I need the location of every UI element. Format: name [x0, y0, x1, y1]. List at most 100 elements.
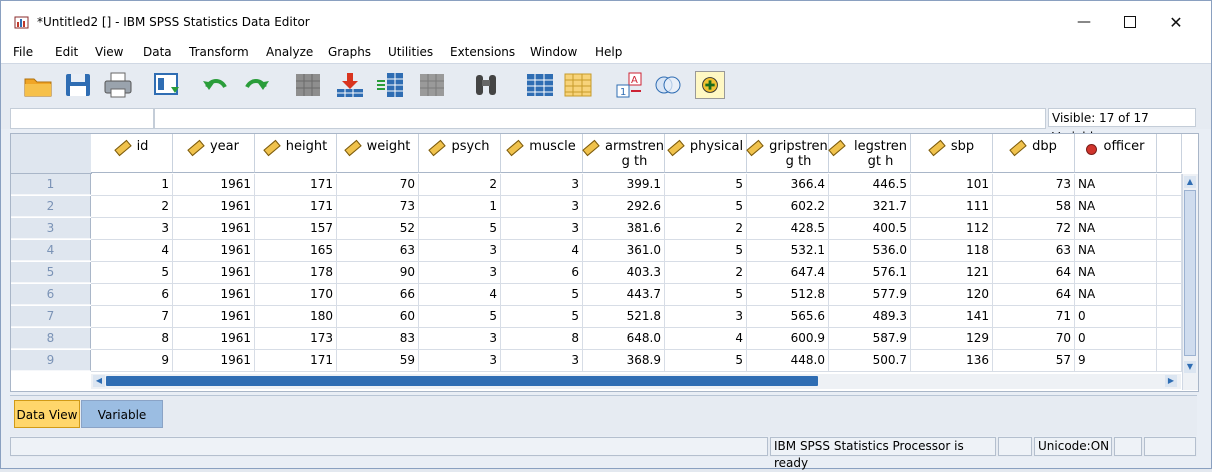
menu-utilities[interactable]: Utilities	[388, 45, 433, 59]
table-cell[interactable]: 57	[993, 350, 1075, 372]
column-header-armstrength[interactable]: armstreng th	[582, 134, 665, 173]
close-button[interactable]: ✕	[1153, 7, 1199, 37]
table-cell[interactable]: 171	[255, 174, 337, 196]
table-cell[interactable]: 1961	[173, 328, 255, 350]
table-cell[interactable]: 1	[91, 174, 173, 196]
table-cell[interactable]: 536.0	[829, 240, 911, 262]
table-cell[interactable]: 173	[255, 328, 337, 350]
table-cell[interactable]: NA	[1075, 262, 1157, 284]
column-header-weight[interactable]: weight	[337, 134, 419, 173]
table-cell[interactable]	[1157, 350, 1182, 372]
table-cell[interactable]: 361.0	[583, 240, 665, 262]
row-header[interactable]: 3	[11, 218, 91, 239]
table-cell[interactable]: 1961	[173, 240, 255, 262]
table-cell[interactable]: 292.6	[583, 196, 665, 218]
column-header-id[interactable]: id	[91, 134, 173, 173]
table-cell[interactable]: 83	[337, 328, 419, 350]
table-cell[interactable]: 3	[501, 218, 583, 240]
table-cell[interactable]: 1961	[173, 218, 255, 240]
table-cell[interactable]: 59	[337, 350, 419, 372]
table-cell[interactable]	[1157, 240, 1182, 262]
table-cell[interactable]: 60	[337, 306, 419, 328]
table-cell[interactable]	[1157, 174, 1182, 196]
insert-cases-icon[interactable]	[417, 71, 447, 99]
table-cell[interactable]: 2	[665, 262, 747, 284]
table-cell[interactable]: 600.9	[747, 328, 829, 350]
menu-window[interactable]: Window	[530, 45, 577, 59]
table-cell[interactable]: 121	[911, 262, 993, 284]
table-cell[interactable]: 5	[419, 306, 501, 328]
recall-dialog-icon[interactable]	[153, 71, 183, 99]
table-cell[interactable]: 3	[419, 350, 501, 372]
menu-graphs[interactable]: Graphs	[328, 45, 371, 59]
scroll-down-icon[interactable]: ▼	[1184, 361, 1196, 373]
table-cell[interactable]: 5	[501, 284, 583, 306]
go-to-variable-icon[interactable]	[335, 71, 365, 99]
table-cell[interactable]: 63	[993, 240, 1075, 262]
undo-icon[interactable]	[201, 71, 231, 99]
variables-icon[interactable]	[375, 71, 405, 99]
table-cell[interactable]: 58	[993, 196, 1075, 218]
table-cell[interactable]: 4	[91, 240, 173, 262]
menu-extensions[interactable]: Extensions	[450, 45, 515, 59]
table-cell[interactable]: 63	[337, 240, 419, 262]
row-header[interactable]: 1	[11, 174, 91, 195]
table-cell[interactable]: 3	[419, 328, 501, 350]
column-header-sbp[interactable]: sbp	[911, 134, 993, 173]
table-cell[interactable]: 70	[993, 328, 1075, 350]
redo-icon[interactable]	[241, 71, 271, 99]
horizontal-scroll-thumb[interactable]	[106, 376, 818, 386]
table-cell[interactable]: 101	[911, 174, 993, 196]
table-cell[interactable]: 576.1	[829, 262, 911, 284]
table-cell[interactable]: NA	[1075, 196, 1157, 218]
table-cell[interactable]: 72	[993, 218, 1075, 240]
tab-data-view[interactable]: Data View	[14, 400, 80, 428]
column-header-muscle[interactable]: muscle	[501, 134, 583, 173]
menu-analyze[interactable]: Analyze	[266, 45, 313, 59]
table-cell[interactable]: 111	[911, 196, 993, 218]
table-cell[interactable]: 5	[665, 196, 747, 218]
table-cell[interactable]: 5	[665, 284, 747, 306]
table-cell[interactable]: 3	[419, 240, 501, 262]
table-cell[interactable]: 5	[665, 350, 747, 372]
table-cell[interactable]: 512.8	[747, 284, 829, 306]
table-cell[interactable]: 647.4	[747, 262, 829, 284]
table-cell[interactable]: 2	[419, 174, 501, 196]
table-cell[interactable]: 2	[91, 196, 173, 218]
menu-help[interactable]: Help	[595, 45, 622, 59]
table-cell[interactable]: 73	[337, 196, 419, 218]
table-cell[interactable]: 565.6	[747, 306, 829, 328]
table-cell[interactable]: 403.3	[583, 262, 665, 284]
table-cell[interactable]: 3	[501, 174, 583, 196]
minimize-button[interactable]: —	[1061, 7, 1107, 37]
table-cell[interactable]	[1157, 284, 1182, 306]
table-cell[interactable]: 5	[665, 174, 747, 196]
column-header-dbp[interactable]: dbp	[993, 134, 1075, 173]
row-header[interactable]: 2	[11, 196, 91, 217]
scroll-left-icon[interactable]: ◀	[93, 375, 105, 387]
table-cell[interactable]: 6	[91, 284, 173, 306]
table-cell[interactable]	[1157, 306, 1182, 328]
table-cell[interactable]: 171	[255, 196, 337, 218]
table-cell[interactable]: 64	[993, 262, 1075, 284]
table-cell[interactable]: 129	[911, 328, 993, 350]
column-header-officer[interactable]: officer	[1075, 134, 1157, 173]
table-cell[interactable]: 368.9	[583, 350, 665, 372]
table-cell[interactable]	[1157, 196, 1182, 218]
table-cell[interactable]: 73	[993, 174, 1075, 196]
table-cell[interactable]	[1157, 218, 1182, 240]
table-cell[interactable]: 381.6	[583, 218, 665, 240]
find-icon[interactable]	[471, 71, 501, 99]
menu-file[interactable]: File	[13, 45, 33, 59]
table-cell[interactable]: 521.8	[583, 306, 665, 328]
table-cell[interactable]: 70	[337, 174, 419, 196]
table-cell[interactable]: 1961	[173, 174, 255, 196]
table-cell[interactable]: 602.2	[747, 196, 829, 218]
column-header-physical[interactable]: physical	[665, 134, 747, 173]
table-cell[interactable]: 321.7	[829, 196, 911, 218]
maximize-button[interactable]	[1107, 7, 1153, 37]
table-cell[interactable]: 9	[91, 350, 173, 372]
table-cell[interactable]: 648.0	[583, 328, 665, 350]
table-cell[interactable]: 5	[91, 262, 173, 284]
table-cell[interactable]: 1961	[173, 350, 255, 372]
